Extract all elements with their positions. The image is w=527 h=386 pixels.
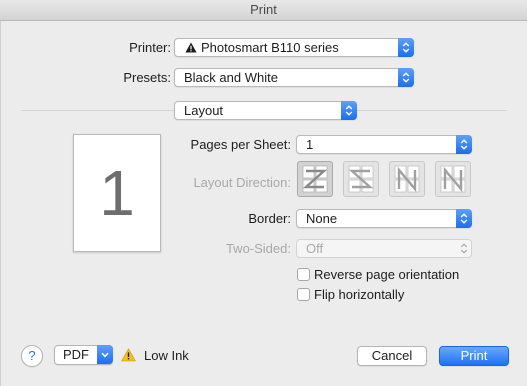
layout-direction-n-button[interactable] <box>389 161 425 197</box>
border-popup[interactable]: None <box>296 209 472 228</box>
low-ink-status: Low Ink <box>144 348 189 363</box>
presets-popup[interactable]: Black and White <box>174 68 414 87</box>
flip-horizontally-checkbox[interactable] <box>297 288 310 301</box>
direction-reverse-n-icon <box>436 165 470 199</box>
pages-per-sheet-stepper-icon <box>456 135 472 154</box>
pdf-menu-button[interactable]: PDF <box>54 345 113 365</box>
two-sided-stepper-icon <box>456 239 472 258</box>
section-popup[interactable]: Layout <box>174 101 357 120</box>
direction-n-icon <box>390 165 424 199</box>
help-label: ? <box>28 348 36 363</box>
preview-page-number: 1 <box>99 157 135 229</box>
two-sided-value: Off <box>306 241 324 256</box>
pdf-chevron-icon <box>97 345 113 364</box>
window-edge <box>0 21 1 386</box>
cancel-button[interactable]: Cancel <box>357 346 427 366</box>
pages-per-sheet-value: 1 <box>306 137 314 152</box>
layout-direction-reverse-z-button[interactable] <box>343 161 379 197</box>
title-bar: Print <box>0 0 527 21</box>
border-label: Border: <box>248 211 291 226</box>
printer-label: Printer: <box>129 40 171 55</box>
help-button[interactable]: ? <box>21 345 43 367</box>
printer-value: Photosmart B110 series <box>201 40 339 55</box>
presets-stepper-icon <box>398 68 414 87</box>
flip-horizontally-label[interactable]: Flip horizontally <box>314 287 404 302</box>
warning-icon <box>185 40 197 57</box>
section-stepper-icon <box>341 101 357 120</box>
two-sided-popup: Off <box>296 239 472 258</box>
cancel-label: Cancel <box>371 348 413 363</box>
direction-z-icon <box>298 165 332 199</box>
page-preview: 1 <box>73 134 161 252</box>
printer-popup[interactable]: Photosmart B110 series <box>174 38 414 57</box>
border-stepper-icon <box>456 209 472 228</box>
direction-reverse-z-icon <box>344 165 378 199</box>
layout-direction-z-button[interactable] <box>297 161 333 197</box>
two-sided-label: Two-Sided: <box>225 241 291 256</box>
print-label: Print <box>460 348 488 363</box>
presets-label: Presets: <box>123 70 171 85</box>
border-value: None <box>306 211 338 226</box>
layout-direction-reverse-n-button[interactable] <box>435 161 471 197</box>
reverse-orientation-checkbox[interactable] <box>297 268 310 281</box>
print-button[interactable]: Print <box>439 346 509 366</box>
reverse-orientation-label[interactable]: Reverse page orientation <box>314 267 459 282</box>
layout-direction-label: Layout Direction: <box>193 175 291 190</box>
window-title: Print <box>250 2 277 17</box>
pdf-label: PDF <box>63 347 89 362</box>
pages-per-sheet-label: Pages per Sheet: <box>190 137 291 152</box>
pages-per-sheet-popup[interactable]: 1 <box>296 135 472 154</box>
presets-value: Black and White <box>184 70 278 85</box>
printer-stepper-icon <box>398 38 414 57</box>
section-value: Layout <box>184 103 224 118</box>
low-ink-warning-icon <box>121 348 136 365</box>
